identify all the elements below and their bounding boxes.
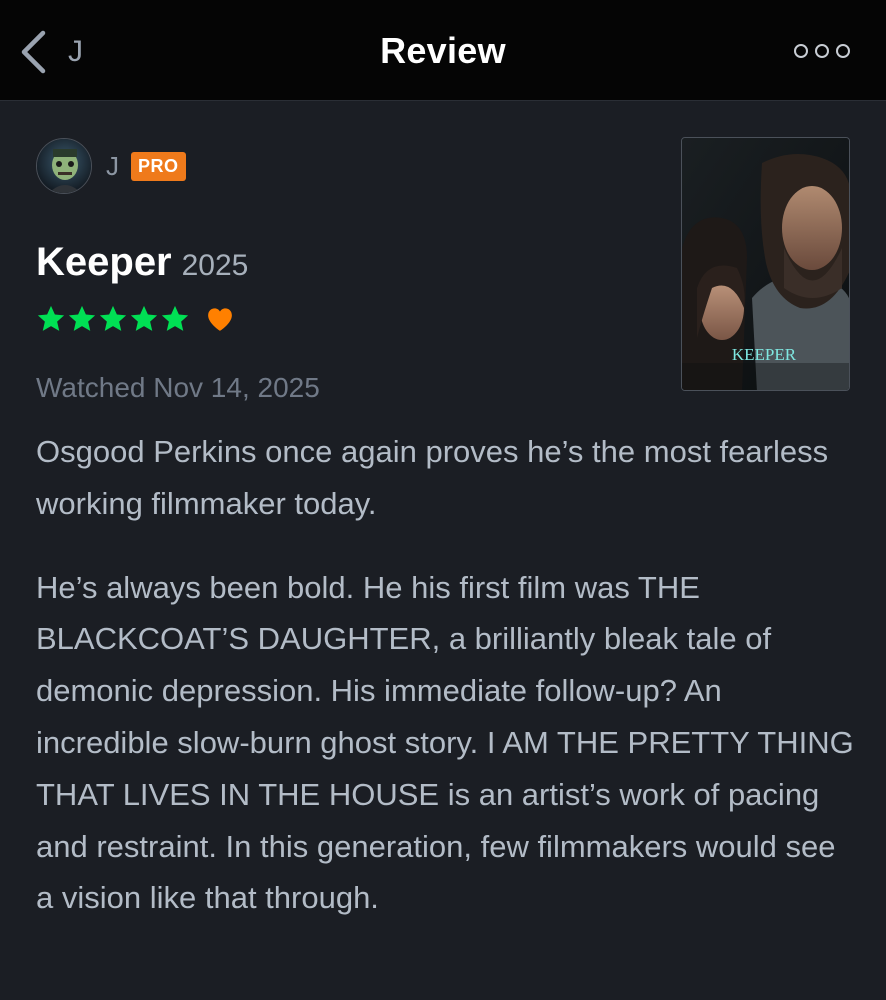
page-title: Review: [380, 30, 506, 71]
avatar[interactable]: [36, 138, 92, 194]
top-bar: J Review: [0, 0, 886, 101]
author-name[interactable]: J: [106, 151, 119, 182]
film-poster[interactable]: KEEPER: [681, 137, 850, 391]
film-year[interactable]: 2025: [182, 249, 249, 283]
review-body: Osgood Perkins once again proves he’s th…: [36, 426, 856, 956]
watched-date: Watched Nov 14, 2025: [36, 372, 320, 403]
more-options-icon[interactable]: [794, 38, 850, 64]
film-heading: Keeper 2025: [36, 240, 248, 285]
review-paragraph: Osgood Perkins once again proves he’s th…: [36, 434, 829, 521]
rating: [36, 304, 235, 334]
star-icon: [130, 305, 158, 331]
review-author[interactable]: J PRO: [36, 138, 186, 194]
poster-title: KEEPER: [732, 345, 797, 364]
pro-badge: PRO: [131, 151, 186, 181]
star-icon: [68, 305, 96, 331]
star-icon: [37, 305, 65, 331]
star-icon: [99, 305, 127, 331]
film-title[interactable]: Keeper: [36, 240, 172, 285]
heart-icon: [208, 308, 232, 331]
review-paragraph: He’s always been bold. He his first film…: [36, 569, 854, 916]
star-icon: [161, 305, 189, 331]
